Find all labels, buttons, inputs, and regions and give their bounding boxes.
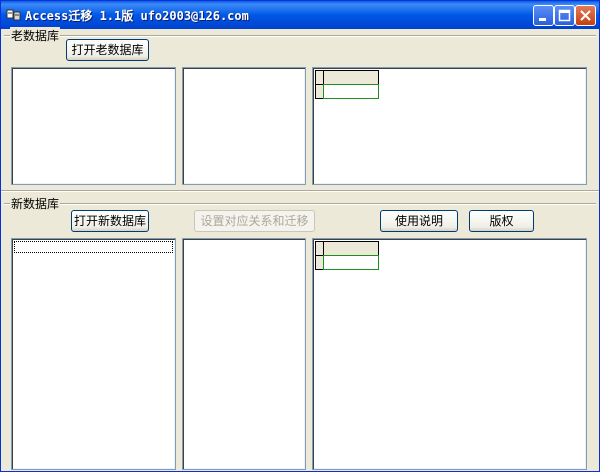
app-icon xyxy=(6,9,21,21)
window-title: Access迁移 1.1版 ufo2003@126.com xyxy=(25,9,249,23)
new-db-group-label: 新数据库 xyxy=(10,195,61,212)
new-grid-cell[interactable] xyxy=(323,255,379,270)
new-data-grid[interactable] xyxy=(312,238,587,470)
old-grid-cell[interactable] xyxy=(323,84,379,99)
open-new-db-button[interactable]: 打开新数据库 xyxy=(71,210,149,232)
old-tables-list[interactable] xyxy=(11,67,176,185)
list-focus-row[interactable] xyxy=(14,241,173,253)
open-old-db-button[interactable]: 打开老数据库 xyxy=(66,39,149,61)
old-grid-column-header[interactable] xyxy=(323,70,379,85)
minimize-button[interactable] xyxy=(533,5,554,26)
new-db-group-line xyxy=(4,203,596,205)
new-tables-list[interactable] xyxy=(11,238,176,470)
section-divider xyxy=(1,190,599,192)
maximize-icon xyxy=(558,9,571,22)
set-mapping-migrate-button[interactable]: 设置对应关系和迁移 xyxy=(194,210,315,232)
old-db-group-line xyxy=(4,35,596,37)
help-button[interactable]: 使用说明 xyxy=(380,210,458,232)
minimize-icon xyxy=(539,18,546,21)
old-fields-list[interactable] xyxy=(182,67,306,185)
old-data-grid[interactable] xyxy=(312,67,587,185)
new-grid-column-header[interactable] xyxy=(323,241,379,256)
maximize-button[interactable] xyxy=(554,5,575,26)
title-bar[interactable]: Access迁移 1.1版 ufo2003@126.com xyxy=(1,1,599,29)
new-fields-list[interactable] xyxy=(182,238,306,470)
copyright-button[interactable]: 版权 xyxy=(469,210,534,232)
old-db-group-label: 老数据库 xyxy=(10,27,61,44)
close-icon xyxy=(580,10,591,21)
close-button[interactable] xyxy=(575,5,596,26)
app-window: Access迁移 1.1版 ufo2003@126.com 老数据库 打开老数据… xyxy=(0,0,600,472)
